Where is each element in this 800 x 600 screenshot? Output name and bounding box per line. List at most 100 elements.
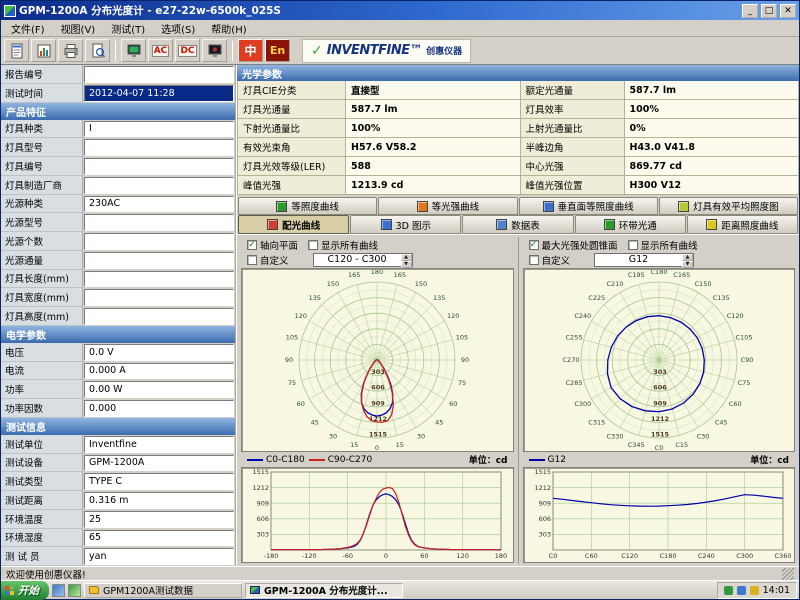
tab-iso-intensity[interactable]: 等光强曲线 xyxy=(378,197,517,215)
svg-text:45: 45 xyxy=(435,418,443,426)
field-value[interactable] xyxy=(84,158,234,175)
tray-icon-3[interactable] xyxy=(750,586,759,595)
close-button[interactable]: ✕ xyxy=(780,4,796,18)
spinner-up-icon[interactable]: ▲ xyxy=(401,254,412,261)
dc-test-button[interactable]: DC xyxy=(175,39,200,62)
section-header: 测试信息 xyxy=(1,418,235,435)
field-value[interactable] xyxy=(84,214,234,231)
taskbar-task[interactable]: GPM-1200A 分布光度计... xyxy=(245,583,403,598)
report-button[interactable] xyxy=(4,39,29,62)
print-preview-button[interactable] xyxy=(85,39,110,62)
minimize-button[interactable]: _ xyxy=(742,4,758,18)
test-screen-button[interactable] xyxy=(121,39,146,62)
dropdown-spinner[interactable]: ▲▼ xyxy=(401,254,412,266)
field-value[interactable] xyxy=(84,66,234,83)
tray-icon-2[interactable] xyxy=(737,586,746,595)
optical-label: 峰值光强 xyxy=(238,176,346,195)
title-bar[interactable]: GPM-1200A 分布光度计 - e27-22w-6500k_025S _ □… xyxy=(1,1,799,20)
field-value[interactable] xyxy=(84,308,234,325)
menu-item[interactable]: 选项(S) xyxy=(153,20,203,37)
field-value[interactable]: 0.000 A xyxy=(84,363,234,380)
spinner-down-icon[interactable]: ▼ xyxy=(401,261,412,268)
test-info-panel: 报告编号测试时间2012-04-07 11:28产品特征灯具种类I灯具型号灯具编… xyxy=(1,65,237,566)
tab-distance-illuminance[interactable]: 距离照度曲线 xyxy=(687,215,798,234)
field-value[interactable]: 25 xyxy=(84,511,234,528)
tab-iso-illuminance[interactable]: 等照度曲线 xyxy=(238,197,377,215)
tab-light-distribution[interactable]: 配光曲线 xyxy=(238,215,349,234)
tab-label: 3D 图示 xyxy=(396,218,431,232)
field-value[interactable]: I xyxy=(84,121,234,138)
checkbox-option[interactable]: 自定义 xyxy=(529,253,571,267)
field-value[interactable]: 65 xyxy=(84,530,234,547)
field-label: 功率因数 xyxy=(1,399,83,418)
menu-item[interactable]: 测试(T) xyxy=(103,20,153,37)
checkbox-option[interactable]: 自定义 xyxy=(247,253,289,267)
field-value[interactable] xyxy=(84,252,234,269)
tab-average-illuminance[interactable]: 灯具有效平均照度图 xyxy=(659,197,798,215)
menu-item[interactable]: 文件(F) xyxy=(3,20,53,37)
field-value[interactable] xyxy=(84,271,234,288)
svg-text:C330: C330 xyxy=(606,432,623,440)
svg-text:165: 165 xyxy=(394,271,406,279)
chinese-language-button[interactable]: 中 xyxy=(238,39,263,62)
spinner-up-icon[interactable]: ▲ xyxy=(682,254,693,261)
maximize-button[interactable]: □ xyxy=(761,4,777,18)
ac-test-button[interactable]: AC xyxy=(148,39,173,62)
checkbox-option[interactable]: ✓最大光强处圆锥面 xyxy=(529,238,618,252)
quick-launch-icon-2[interactable] xyxy=(68,584,81,597)
dark-screen-button[interactable] xyxy=(202,39,227,62)
c-plane-legend: C0-C180C90-C270单位：cd xyxy=(239,453,516,466)
unit-label: 单位：cd xyxy=(469,453,508,466)
field-value[interactable]: 230AC xyxy=(84,196,234,213)
field-value[interactable]: GPM-1200A xyxy=(84,455,234,472)
svg-text:180: 180 xyxy=(371,270,383,276)
quick-launch-icon-1[interactable] xyxy=(52,584,65,597)
menu-bar: 文件(F)视图(V)测试(T)选项(S)帮助(H) xyxy=(1,20,799,37)
tab-three-d-view[interactable]: 3D 图示 xyxy=(350,215,461,234)
field-value[interactable]: 0.000 xyxy=(84,400,234,417)
print-button[interactable] xyxy=(58,39,83,62)
tab-row-upper: 等照度曲线等光强曲线垂直面等照度曲线灯具有效平均照度图 xyxy=(237,197,799,215)
field-value[interactable]: 0.0 V xyxy=(84,344,234,361)
dropdown-value: C120 - C300 xyxy=(314,254,401,266)
taskbar-task[interactable]: GPM1200A测试数据 xyxy=(84,583,242,598)
svg-text:60: 60 xyxy=(420,552,428,560)
english-language-button[interactable]: En xyxy=(265,39,290,62)
cone-controls: ✓最大光强处圆锥面显示所有曲线自定义 G12▲▼ xyxy=(521,237,798,267)
start-button[interactable]: 开始 xyxy=(1,581,49,600)
menu-item[interactable]: 视图(V) xyxy=(53,20,104,37)
tab-vertical-iso-illuminance[interactable]: 垂直面等照度曲线 xyxy=(519,197,658,215)
field-value[interactable] xyxy=(84,139,234,156)
dark-monitor-icon xyxy=(207,43,223,59)
field-row: 测试设备GPM-1200A xyxy=(1,454,235,473)
field-value[interactable]: 2012-04-07 11:28 xyxy=(84,85,234,102)
field-value[interactable]: Inventfine xyxy=(84,436,234,453)
system-tray: 14:01 xyxy=(717,582,797,599)
field-value[interactable]: yan xyxy=(84,548,234,565)
field-value[interactable]: 0.316 m xyxy=(84,492,234,509)
tab-data-table[interactable]: 数据表 xyxy=(462,215,573,234)
svg-text:C180: C180 xyxy=(659,552,676,560)
menu-item[interactable]: 帮助(H) xyxy=(203,20,254,37)
spinner-down-icon[interactable]: ▼ xyxy=(682,261,693,268)
tab-zonal-flux[interactable]: 环带光通 xyxy=(575,215,686,234)
checkbox-option[interactable]: 显示所有曲线 xyxy=(308,238,378,252)
svg-text:180: 180 xyxy=(495,552,507,560)
plane-select-dropdown[interactable]: C120 - C300▲▼ xyxy=(313,253,413,267)
dropdown-spinner[interactable]: ▲▼ xyxy=(682,254,693,266)
tray-icon-1[interactable] xyxy=(724,586,733,595)
checkbox-option[interactable]: ✓轴向平面 xyxy=(247,238,298,252)
field-value[interactable]: TYPE C xyxy=(84,473,234,490)
checkbox-option[interactable]: 显示所有曲线 xyxy=(628,238,698,252)
field-row: 电流0.000 A xyxy=(1,362,235,381)
field-value[interactable] xyxy=(84,177,234,194)
plane-select-dropdown[interactable]: G12▲▼ xyxy=(594,253,694,267)
field-value[interactable]: 0.00 W xyxy=(84,381,234,398)
svg-text:1212: 1212 xyxy=(253,484,270,492)
field-value[interactable] xyxy=(84,233,234,250)
field-row: 光源个数 xyxy=(1,232,235,251)
chart-board-button[interactable] xyxy=(31,39,56,62)
field-value[interactable] xyxy=(84,289,234,306)
optical-value: 直接型 xyxy=(346,81,521,100)
resize-grip[interactable] xyxy=(782,568,794,580)
